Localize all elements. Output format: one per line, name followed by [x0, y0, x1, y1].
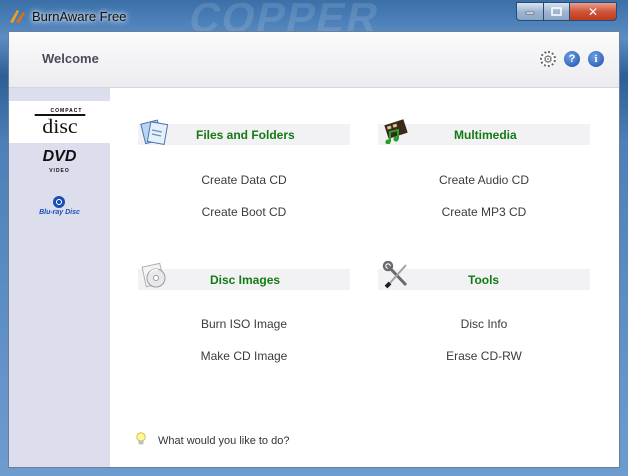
create-data-cd-link[interactable]: Create Data CD — [138, 173, 350, 187]
client-area: Welcome ⚙ ? i COMPACT disc DVD VIDEO Blu… — [8, 31, 620, 468]
maximize-icon — [551, 7, 562, 16]
make-cd-image-link[interactable]: Make CD Image — [138, 349, 350, 363]
minimize-icon — [525, 11, 535, 14]
section-title-tools: Tools — [468, 273, 500, 287]
close-button[interactable]: ✕ — [569, 2, 617, 21]
section-title-multimedia: Multimedia — [454, 128, 517, 142]
disc-image-icon — [141, 262, 166, 288]
gear-icon: ⚙ — [543, 53, 553, 66]
settings-icon[interactable]: ⚙ — [540, 51, 556, 67]
cd-logo-text: disc — [34, 113, 85, 137]
section-title-images: Disc Images — [210, 273, 281, 287]
erase-cd-rw-link[interactable]: Erase CD-RW — [378, 349, 590, 363]
lightbulb-icon — [136, 432, 146, 445]
disc-info-link[interactable]: Disc Info — [378, 317, 590, 331]
help-icon[interactable]: ? — [564, 51, 580, 67]
sidebar-item-dvd[interactable]: DVD VIDEO — [9, 143, 110, 185]
sidebar-item-cd[interactable]: COMPACT disc — [9, 101, 110, 143]
create-boot-cd-link[interactable]: Create Boot CD — [138, 205, 350, 219]
info-icon[interactable]: i — [588, 51, 604, 67]
dvd-logo-text: DVD — [42, 148, 77, 165]
section-title-files: Files and Folders — [196, 128, 295, 142]
bluray-disc-shape — [53, 195, 66, 208]
sidebar: COMPACT disc DVD VIDEO Blu-ray Disc — [9, 88, 110, 467]
dvd-logo-small: VIDEO — [49, 168, 70, 174]
minimize-button[interactable] — [516, 2, 544, 21]
maximize-button[interactable] — [543, 2, 570, 21]
dvd-logo-icon: DVD VIDEO — [42, 148, 77, 178]
documents-icon — [140, 119, 169, 145]
title-bar[interactable]: COPPER BurnAware Free ✕ — [0, 0, 628, 41]
page-title: Welcome — [42, 51, 99, 66]
film-music-icon — [384, 119, 408, 144]
info-glyph: i — [594, 53, 598, 65]
bluray-logo-text: Blu-ray Disc — [39, 208, 80, 216]
wrench-screwdriver-icon — [382, 261, 408, 289]
window-title: BurnAware Free — [32, 9, 127, 24]
create-audio-cd-link[interactable]: Create Audio CD — [378, 173, 590, 187]
help-glyph: ? — [568, 53, 576, 65]
cd-logo-icon: COMPACT disc — [34, 108, 85, 137]
create-mp3-cd-link[interactable]: Create MP3 CD — [378, 205, 590, 219]
close-icon: ✕ — [587, 4, 599, 19]
bluray-logo-icon: Blu-ray Disc — [39, 195, 80, 217]
app-logo-icon — [10, 10, 25, 23]
tip-text: What would you like to do? — [158, 435, 290, 447]
burn-iso-image-link[interactable]: Burn ISO Image — [138, 317, 350, 331]
sidebar-item-bluray[interactable]: Blu-ray Disc — [9, 185, 110, 227]
header-bar: Welcome ⚙ ? i — [9, 32, 619, 88]
